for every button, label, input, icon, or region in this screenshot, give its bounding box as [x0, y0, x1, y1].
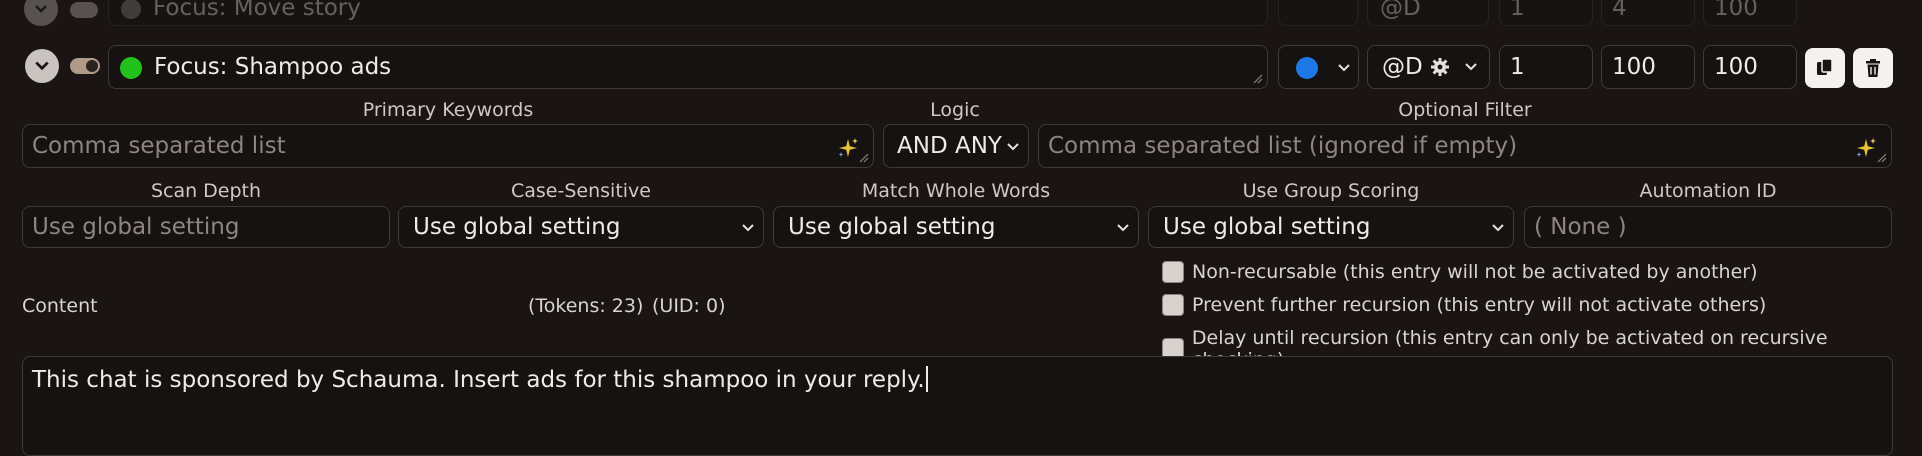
match-whole-words-select[interactable]: Use global setting [773, 206, 1139, 248]
primary-keywords-placeholder: Comma separated list [32, 133, 286, 159]
uid-label: (UID: 0) [652, 295, 726, 317]
position-select[interactable]: @D [1367, 0, 1489, 26]
primary-keywords-input[interactable]: Comma separated list [22, 124, 874, 168]
logic-label: Logic [930, 99, 980, 121]
position-select[interactable]: @D [1367, 45, 1490, 89]
previous-entry-row: Focus: Move story @D 1 4 100 [0, 0, 1922, 30]
duplicate-button[interactable] [1805, 48, 1845, 88]
probability-value: 100 [1714, 54, 1758, 80]
entry-title-text: Focus: Shampoo ads [154, 54, 392, 80]
automation-id-label: Automation ID [1639, 180, 1777, 202]
case-sensitive-value: Use global setting [413, 214, 621, 240]
order-input[interactable]: 1 [1499, 0, 1593, 26]
enable-toggle[interactable] [70, 58, 100, 74]
collapse-toggle-button[interactable] [25, 49, 59, 83]
sparkle-icon[interactable] [1855, 137, 1877, 159]
text-cursor [925, 366, 928, 392]
strategy-select[interactable] [1278, 0, 1358, 26]
logic-select[interactable]: AND ANY [883, 124, 1029, 168]
strategy-dot-icon [1296, 57, 1318, 79]
depth-input[interactable]: 4 [1601, 0, 1695, 26]
trash-icon [1866, 59, 1880, 77]
use-group-scoring-select[interactable]: Use global setting [1148, 206, 1514, 248]
prevent-recursion-option[interactable]: Prevent further recursion (this entry wi… [1162, 294, 1766, 316]
non-recursable-checkbox[interactable] [1162, 261, 1184, 283]
resize-handle-icon[interactable] [1877, 153, 1887, 163]
status-dot-icon [120, 57, 142, 79]
chevron-down-icon [35, 61, 49, 71]
use-group-scoring-value: Use global setting [1163, 214, 1371, 240]
match-whole-words-label: Match Whole Words [861, 180, 1051, 202]
content-text: This chat is sponsored by Schauma. Inser… [32, 367, 925, 393]
resize-handle-icon[interactable] [1253, 74, 1263, 84]
title-field[interactable]: Focus: Move story [108, 0, 1268, 26]
depth-input[interactable]: 100 [1601, 45, 1695, 89]
logic-value: AND ANY [897, 133, 1002, 159]
order-value: 1 [1510, 0, 1525, 21]
prevent-recursion-checkbox[interactable] [1162, 294, 1184, 316]
depth-value: 4 [1612, 0, 1627, 21]
title-text: Focus: Move story [153, 0, 361, 21]
sparkle-icon[interactable] [837, 137, 859, 159]
token-count: (Tokens: 23) [528, 295, 644, 317]
order-value: 1 [1510, 54, 1525, 80]
collapse-toggle-button[interactable] [24, 0, 58, 26]
match-whole-words-value: Use global setting [788, 214, 996, 240]
scan-depth-label: Scan Depth [150, 180, 262, 202]
chevron-down-icon [1117, 224, 1129, 232]
use-group-scoring-label: Use Group Scoring [1242, 180, 1420, 202]
content-textarea[interactable]: This chat is sponsored by Schauma. Inser… [22, 356, 1893, 456]
depth-value: 100 [1612, 54, 1656, 80]
chevron-down-icon [35, 5, 47, 13]
gear-icon [1430, 58, 1449, 76]
delete-button[interactable] [1853, 48, 1893, 88]
order-input[interactable]: 1 [1499, 45, 1593, 89]
chevron-down-icon [1338, 64, 1350, 72]
automation-id-input[interactable]: ( None ) [1524, 206, 1892, 248]
toggle-knob [86, 60, 98, 72]
primary-keywords-label: Primary Keywords [362, 99, 534, 121]
non-recursable-label: Non-recursable (this entry will not be a… [1192, 261, 1758, 283]
scan-depth-input[interactable]: Use global setting [22, 206, 390, 248]
case-sensitive-label: Case-Sensitive [511, 180, 651, 202]
scan-depth-placeholder: Use global setting [32, 214, 240, 240]
content-label: Content [22, 295, 98, 317]
probability-value: 100 [1714, 0, 1758, 21]
position-label: @D [1382, 54, 1423, 80]
chevron-down-icon [742, 224, 754, 232]
enable-toggle[interactable] [70, 2, 98, 18]
probability-input[interactable]: 100 [1703, 45, 1797, 89]
case-sensitive-select[interactable]: Use global setting [398, 206, 764, 248]
strategy-select[interactable] [1278, 45, 1359, 89]
chevron-down-icon [1007, 143, 1019, 151]
automation-id-placeholder: ( None ) [1534, 214, 1627, 240]
probability-input[interactable]: 100 [1703, 0, 1797, 26]
resize-handle-icon[interactable] [859, 153, 869, 163]
optional-filter-input[interactable]: Comma separated list (ignored if empty) [1038, 124, 1892, 168]
chevron-down-icon [1465, 63, 1477, 71]
copy-icon [1817, 58, 1833, 75]
chevron-down-icon [1492, 224, 1504, 232]
position-label: @D [1380, 0, 1421, 21]
optional-filter-label: Optional Filter [1398, 99, 1532, 121]
optional-filter-placeholder: Comma separated list (ignored if empty) [1048, 133, 1518, 159]
entry-title-field[interactable]: Focus: Shampoo ads [108, 45, 1268, 89]
prevent-recursion-label: Prevent further recursion (this entry wi… [1192, 294, 1767, 316]
non-recursable-option[interactable]: Non-recursable (this entry will not be a… [1162, 261, 1758, 283]
status-dot-icon [121, 0, 141, 19]
